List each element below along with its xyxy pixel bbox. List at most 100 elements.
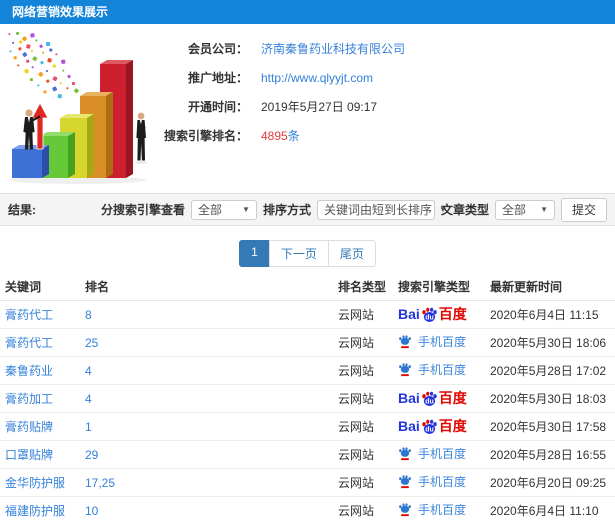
update-time-value: 2020年6月20日 09:25	[490, 468, 615, 497]
keyword-link[interactable]: 金华防护服	[5, 476, 65, 490]
col-header-rank-type: 排名类型	[338, 272, 398, 301]
rank-link[interactable]: 8	[85, 308, 92, 322]
window-titlebar: 网络营销效果展示	[0, 0, 615, 24]
article-type-label: 文章类型	[440, 203, 489, 217]
chevron-down-icon: ▼	[540, 205, 548, 214]
table-row: 秦鲁药业 4 云网站 手机百度 2020年5月28日 17:02	[0, 356, 615, 385]
promo-url-link[interactable]: http://www.qlyyjt.com	[261, 71, 373, 85]
rank-link[interactable]: 4	[85, 364, 92, 378]
rank-type-value: 云网站	[338, 356, 398, 385]
last-page-button[interactable]: 尾页	[327, 240, 376, 267]
baidu-mobile-logo: 手机百度	[398, 445, 466, 462]
baidu-paw-icon: du	[422, 307, 437, 322]
table-row: 金华防护服 17,25 云网站 手机百度 2020年6月20日 09:25	[0, 468, 615, 497]
rank-count-number: 4895	[261, 129, 288, 143]
keyword-link[interactable]: 膏药代工	[5, 336, 53, 350]
baidu-mobile-paw-icon	[399, 475, 411, 488]
table-row: 膏药代工 25 云网站 手机百度 2020年5月30日 18:06	[0, 328, 615, 357]
growth-chart-illustration	[8, 31, 147, 184]
keyword-link[interactable]: 膏药加工	[5, 392, 53, 406]
keyword-link[interactable]: 口罩贴牌	[5, 448, 53, 462]
result-filter-bar: 结果: 分搜索引擎查看 全部 ▼ 排序方式 关键词由短到长排序 ▼ 文章类型 全…	[0, 193, 615, 226]
engine-view-label: 分搜索引擎查看	[100, 203, 185, 217]
rank-type-value: 云网站	[338, 412, 398, 441]
keyword-link[interactable]: 秦鲁药业	[5, 364, 53, 378]
rank-link[interactable]: 29	[85, 448, 98, 462]
rank-link[interactable]: 1	[85, 420, 92, 434]
member-company-link[interactable]: 济南秦鲁药业科技有限公司	[261, 42, 405, 56]
filter-controls: 分搜索引擎查看 全部 ▼ 排序方式 关键词由短到长排序 ▼ 文章类型 全部 ▼ …	[100, 197, 607, 222]
table-row: 膏药代工 8 云网站 Bai du 百度 2020年6月4日 11:15	[0, 300, 615, 329]
member-info-panel: 会员公司： 济南秦鲁药业科技有限公司 推广地址： http://www.qlyy…	[156, 34, 405, 150]
col-header-update-time: 最新更新时间	[490, 272, 615, 301]
sort-label: 排序方式	[262, 203, 311, 217]
keyword-link[interactable]: 膏药贴牌	[5, 420, 53, 434]
rank-link[interactable]: 25	[85, 336, 98, 350]
rank-count-row: 搜索引擎排名： 4895条	[156, 121, 405, 150]
confetti-icon	[8, 31, 79, 99]
rank-link[interactable]: 10	[85, 504, 98, 518]
baidu-pc-logo: Bai du 百度	[398, 418, 467, 434]
article-type-select[interactable]: 全部 ▼	[494, 199, 555, 220]
baidu-mobile-paw-icon	[399, 335, 411, 348]
col-header-rank: 排名	[85, 272, 338, 301]
open-time-value: 2019年5月27日 09:17	[261, 100, 378, 114]
engine-view-select[interactable]: 全部 ▼	[190, 199, 257, 220]
baidu-mobile-paw-icon	[399, 503, 411, 516]
baidu-paw-icon: du	[422, 419, 437, 434]
businessman-right-figure	[135, 112, 147, 164]
update-time-value: 2020年5月30日 17:58	[490, 412, 615, 441]
rank-type-value: 云网站	[338, 384, 398, 413]
update-time-value: 2020年5月28日 16:55	[490, 440, 615, 469]
bar-blue	[12, 145, 49, 178]
rank-type-value: 云网站	[338, 300, 398, 329]
rank-type-value: 云网站	[338, 496, 398, 520]
keyword-ranking-table: 关键词 排名 排名类型 搜索引擎类型 最新更新时间 膏药代工 8 云网站 Bai du 百…	[0, 272, 615, 520]
member-company-row: 会员公司： 济南秦鲁药业科技有限公司	[156, 34, 405, 63]
update-time-value: 2020年5月30日 18:03	[490, 384, 615, 413]
baidu-mobile-logo: 手机百度	[398, 501, 466, 518]
baidu-paw-icon: du	[422, 391, 437, 406]
keyword-link[interactable]: 膏药代工	[5, 308, 53, 322]
article-type-selected-value: 全部	[501, 203, 526, 217]
rank-link[interactable]: 17,25	[85, 476, 115, 490]
marketing-report-page: 网络营销效果展示 会员公司： 济南秦鲁药业科技有限公司 推广地址： http:/…	[0, 0, 615, 520]
member-company-label: 会员公司：	[187, 42, 248, 56]
page-title: 网络营销效果展示	[12, 5, 109, 19]
baidu-mobile-paw-icon	[399, 447, 411, 460]
update-time-value: 2020年5月30日 18:06	[490, 328, 615, 357]
table-row: 福建防护服 10 云网站 手机百度 2020年6月4日 11:10	[0, 496, 615, 520]
baidu-pc-logo: Bai du 百度	[398, 306, 467, 322]
promo-url-label: 推广地址：	[187, 71, 248, 85]
sort-select[interactable]: 关键词由短到长排序 ▼	[316, 199, 447, 220]
rank-count-unit: 条	[287, 129, 300, 143]
col-header-keyword: 关键词	[0, 272, 85, 301]
svg-text:du: du	[425, 398, 434, 405]
baidu-pc-logo: Bai du 百度	[398, 390, 467, 406]
svg-text:du: du	[425, 426, 434, 433]
baidu-mobile-logo: 手机百度	[398, 333, 466, 350]
table-row: 口罩贴牌 29 云网站 手机百度 2020年5月28日 16:55	[0, 440, 615, 469]
rank-type-value: 云网站	[338, 468, 398, 497]
update-time-value: 2020年6月4日 11:15	[490, 300, 615, 329]
rank-count-label: 搜索引擎排名：	[163, 129, 248, 143]
promo-url-row: 推广地址： http://www.qlyyjt.com	[156, 63, 405, 92]
table-header-row: 关键词 排名 排名类型 搜索引擎类型 最新更新时间	[0, 272, 615, 301]
rank-link[interactable]: 4	[85, 392, 92, 406]
result-label: 结果:	[8, 203, 36, 217]
rank-type-value: 云网站	[338, 440, 398, 469]
table-row: 膏药加工 4 云网站 Bai du 百度 2020年5月30日 18:03	[0, 384, 615, 413]
keyword-link[interactable]: 福建防护服	[5, 504, 65, 518]
svg-text:du: du	[425, 314, 434, 321]
chevron-down-icon: ▼	[242, 205, 250, 214]
page-number-1[interactable]: 1	[239, 240, 270, 267]
update-time-value: 2020年6月4日 11:10	[490, 496, 615, 520]
sort-selected-value: 关键词由短到长排序	[323, 203, 432, 217]
baidu-mobile-paw-icon	[399, 363, 411, 376]
col-header-engine-type: 搜索引擎类型	[398, 272, 490, 301]
submit-button[interactable]: 提交	[560, 197, 607, 222]
engine-view-selected-value: 全部	[197, 203, 222, 217]
open-time-label: 开通时间：	[187, 100, 248, 114]
next-page-button[interactable]: 下一页	[268, 240, 329, 267]
pagination: 1 下一页 尾页	[0, 240, 615, 267]
